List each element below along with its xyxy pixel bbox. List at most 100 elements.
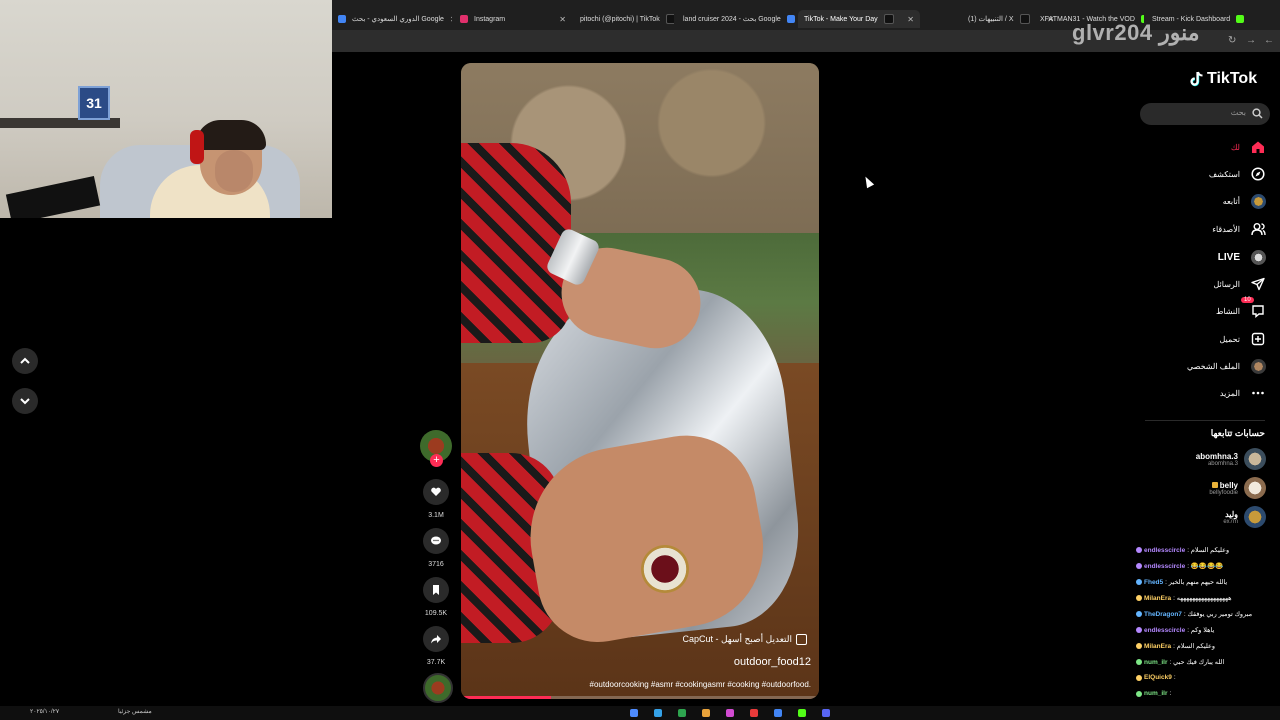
tab-title: land cruiser 2024 - بحث Google xyxy=(683,16,781,23)
tab-title: pitochi (@pitochi) | TikTok xyxy=(580,15,660,23)
chat-badge-icon xyxy=(1136,659,1142,665)
chat-text: : هههههههههههههههههه xyxy=(1173,595,1232,602)
search-placeholder: بحث xyxy=(1230,108,1246,117)
chat-badge-icon xyxy=(1136,595,1142,601)
nav-item-profile[interactable]: الملف الشخصي xyxy=(1187,356,1266,376)
chat-username: num_ilr xyxy=(1144,658,1168,666)
chat-message: endlesscircle: ياهلا وكم xyxy=(1136,626,1278,634)
chat-username: endlesscircle xyxy=(1144,562,1186,570)
chat-badge-icon xyxy=(1136,627,1142,633)
tab-close-icon[interactable]: ✕ xyxy=(559,15,566,24)
following-avatar-icon xyxy=(1250,193,1266,209)
taskbar-app-icon[interactable] xyxy=(678,709,686,717)
taskbar: مشمس جزئيا ٢٠٢٥/١٠/٢٧ xyxy=(0,706,1280,720)
taskbar-app-icon[interactable] xyxy=(702,709,710,717)
upload-icon xyxy=(1250,331,1266,347)
next-video-button[interactable] xyxy=(12,388,38,414)
chat-message: endlesscircle: 😂😂😂😂 xyxy=(1136,562,1278,570)
tab-favicon-icon xyxy=(665,14,674,24)
chat-text: : ياهلا وكم xyxy=(1187,627,1215,634)
taskbar-app-icon[interactable] xyxy=(774,709,782,717)
back-icon[interactable]: ← xyxy=(1264,35,1274,46)
tiktok-logo[interactable]: TikTok xyxy=(1190,70,1257,88)
browser-tab[interactable]: الدوري السعودي - بحث Google ✕ xyxy=(332,10,452,28)
heart-icon xyxy=(431,487,441,496)
avatar xyxy=(1244,477,1266,499)
following-accounts-title: حسابات تتابعها xyxy=(1210,428,1265,438)
previous-video-button[interactable] xyxy=(12,348,38,374)
webcam-overlay: 31 xyxy=(0,0,332,218)
nav-label: أتابعه xyxy=(1222,196,1240,206)
following-account[interactable]: وليد ex7m xyxy=(1223,506,1266,528)
taskbar-app-icon[interactable] xyxy=(750,709,758,717)
avatar xyxy=(1244,506,1266,528)
forward-icon[interactable]: → xyxy=(1246,35,1256,46)
nav-item-live[interactable]: LIVE xyxy=(1218,247,1266,267)
taskbar-app-icon[interactable] xyxy=(630,709,638,717)
account-name: abomhna.3 xyxy=(1195,451,1238,461)
compass-icon xyxy=(1250,166,1266,182)
home-icon xyxy=(1250,139,1266,155)
chat-badge-icon xyxy=(1136,563,1142,569)
tab-favicon-icon xyxy=(1019,14,1030,24)
nav-item-activity[interactable]: النشاط 10 xyxy=(1216,297,1266,321)
following-account[interactable]: belly bellyfoodie xyxy=(1209,477,1266,499)
chat-badge-icon xyxy=(1136,674,1142,681)
chat-text: : وعليكم السلام xyxy=(1187,547,1230,554)
nav-item-explore[interactable]: استكشف xyxy=(1209,164,1266,184)
nav-label: الرسائل xyxy=(1213,279,1241,289)
chat-text: : xyxy=(1173,674,1176,681)
chat-text: : مبروك تومير ربي يوفقك xyxy=(1183,611,1253,618)
browser-tab-active[interactable]: TikTok - Make Your Day ✕ xyxy=(798,10,920,28)
nav-label: استكشف xyxy=(1208,169,1240,179)
share-button[interactable] xyxy=(423,626,449,652)
chat-username: Fhed5 xyxy=(1144,578,1164,586)
like-button[interactable] xyxy=(423,479,449,505)
nav-item-upload[interactable]: تحميل xyxy=(1220,329,1267,349)
nav-item-more[interactable]: المزيد xyxy=(1220,383,1266,403)
browser-tab[interactable]: land cruiser 2024 - بحث Google ✕ xyxy=(677,10,797,28)
chat-text: : وعليكم السلام xyxy=(1173,643,1216,650)
webcam-headset xyxy=(190,130,204,164)
tab-favicon-icon xyxy=(883,14,894,24)
chevron-down-icon xyxy=(20,398,30,405)
share-icon xyxy=(431,635,441,644)
chat-badge-icon xyxy=(1136,690,1142,697)
save-button[interactable] xyxy=(423,577,449,603)
chevron-up-icon xyxy=(20,357,30,364)
like-count: 3.1M xyxy=(428,512,444,519)
chat-username: MilanEra xyxy=(1144,594,1172,602)
nav-item-messages[interactable]: الرسائل xyxy=(1214,274,1267,294)
nav-item-for-you[interactable]: لك xyxy=(1231,137,1266,157)
search-input[interactable]: بحث xyxy=(1140,103,1270,125)
send-icon xyxy=(1250,276,1266,292)
taskbar-app-icon[interactable] xyxy=(822,709,830,717)
capcut-label[interactable]: CapCut - التعديل أصبح أسهل xyxy=(682,634,807,645)
video-author[interactable]: outdoor_food12 xyxy=(734,656,811,668)
sidebar-divider xyxy=(1145,420,1265,421)
taskbar-app-icon[interactable] xyxy=(726,709,734,717)
video-hashtags[interactable]: #outdoorcooking #asmr #cookingasmr #cook… xyxy=(590,680,811,689)
taskbar-app-icon[interactable] xyxy=(654,709,662,717)
comment-button[interactable] xyxy=(423,528,449,554)
video-progress-bar[interactable] xyxy=(461,696,819,699)
nav-item-following[interactable]: أتابعه xyxy=(1223,191,1266,211)
comment-icon xyxy=(431,536,441,545)
chat-text: : 😂😂😂😂 xyxy=(1187,563,1224,570)
tab-close-icon[interactable]: ✕ xyxy=(907,15,914,24)
following-account[interactable]: abomhna.3 abomhna.3 xyxy=(1196,448,1266,470)
nav-item-friends[interactable]: الأصدقاء xyxy=(1212,219,1266,239)
tab-close-icon[interactable]: ✕ xyxy=(450,15,452,24)
chat-username: MilanEra xyxy=(1144,642,1172,650)
webcam-photo-frame: 31 xyxy=(78,86,110,120)
reload-icon[interactable]: ↻ xyxy=(1228,35,1236,46)
search-icon[interactable] xyxy=(1252,108,1263,119)
video-sleeve xyxy=(461,143,571,343)
video-player[interactable]: CapCut - التعديل أصبح أسهل outdoor_food1… xyxy=(461,63,819,699)
browser-tab[interactable]: Instagram ✕ xyxy=(454,10,572,28)
browser-tab[interactable]: pitochi (@pitochi) | TikTok ✕ xyxy=(574,10,674,28)
follow-plus-icon[interactable]: + xyxy=(430,454,443,467)
tab-favicon-icon xyxy=(460,15,468,23)
music-disc-icon[interactable] xyxy=(423,673,453,703)
taskbar-app-icon[interactable] xyxy=(798,709,806,717)
